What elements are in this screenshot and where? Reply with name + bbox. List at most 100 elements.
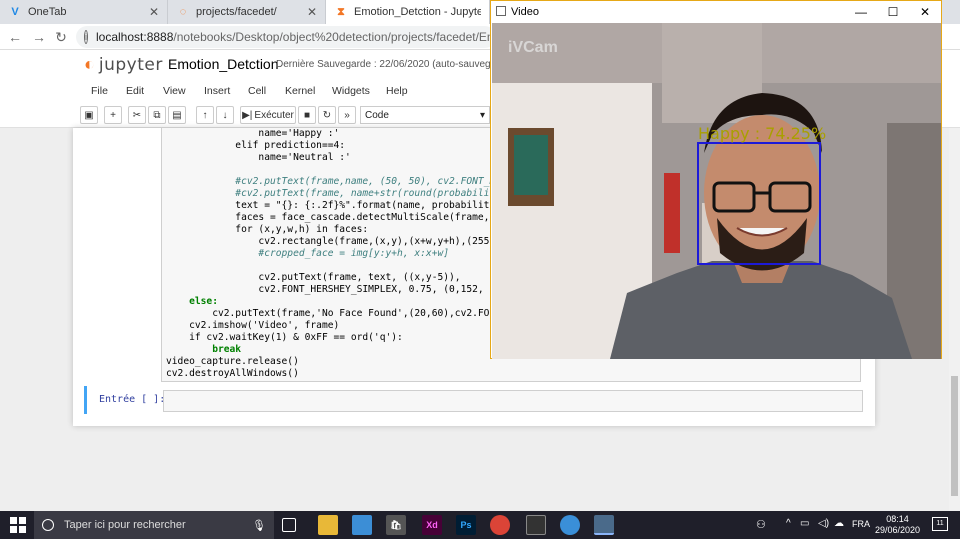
tab-projects[interactable]: ◌ projects/facedet/ ✕ xyxy=(168,0,326,24)
network-icon[interactable]: ▭ xyxy=(800,518,809,529)
menu-insert[interactable]: Insert xyxy=(204,85,230,97)
url-path: /notebooks/Desktop/object%20detection/pr… xyxy=(173,30,496,44)
people-icon[interactable]: ⚇ xyxy=(756,518,766,531)
window-app-icon xyxy=(496,6,506,16)
adobe-xd-icon[interactable]: Xd xyxy=(422,515,442,535)
store-icon[interactable]: 🛍 xyxy=(386,515,406,535)
volume-icon[interactable]: ◁) xyxy=(818,518,829,529)
menu-file[interactable]: File xyxy=(91,85,108,97)
move-down-icon[interactable]: ↓ xyxy=(216,106,234,124)
code-line: break xyxy=(166,344,242,355)
clock-time: 08:14 xyxy=(886,514,909,524)
photoshop-icon[interactable]: Ps xyxy=(456,515,476,535)
taskbar-search-box[interactable]: Taper ici pour rechercher 🎙 xyxy=(34,511,274,539)
menu-kernel[interactable]: Kernel xyxy=(285,85,315,97)
onedrive-icon[interactable]: ☁ xyxy=(834,518,844,529)
cell-type-select[interactable]: Code ▾ xyxy=(360,106,490,124)
video-window-title: Video xyxy=(511,6,539,18)
video-window-taskbar-icon[interactable] xyxy=(594,515,614,535)
input-prompt-label: Entrée [ ]: xyxy=(99,394,166,405)
minimize-icon[interactable]: — xyxy=(847,3,875,21)
cell-type-value: Code xyxy=(365,109,389,121)
code-line: for (x,y,w,h) in faces: xyxy=(166,224,369,235)
emotion-prediction-label: Happy : 74.25% xyxy=(698,124,827,143)
move-up-icon[interactable]: ↑ xyxy=(196,106,214,124)
save-icon[interactable]: ▣ xyxy=(80,106,98,124)
copy-icon[interactable]: ⧉ xyxy=(148,106,166,124)
url-input[interactable]: i localhost:8888/notebooks/Desktop/objec… xyxy=(76,26,496,48)
jupyter-logo[interactable]: ◐ jupyter xyxy=(84,54,163,75)
close-tab-icon[interactable]: ✕ xyxy=(149,5,159,19)
file-explorer-icon[interactable] xyxy=(318,515,338,535)
webcam-image xyxy=(492,23,941,359)
menu-cell[interactable]: Cell xyxy=(248,85,266,97)
cell-input[interactable] xyxy=(163,390,863,412)
restart-icon[interactable]: ↻ xyxy=(318,106,336,124)
photos-icon[interactable] xyxy=(352,515,372,535)
video-titlebar[interactable]: Video — ☐ ✕ xyxy=(491,1,941,23)
code-line: cv2.FONT_HERSHEY_SIMPLEX, 0.75, (0,152, … xyxy=(166,284,519,295)
windows-start-icon[interactable] xyxy=(10,517,26,533)
code-line: cv2.imshow('Video', frame) xyxy=(166,320,340,331)
maximize-icon[interactable]: ☐ xyxy=(879,3,907,21)
tab-title: Emotion_Detction - Jupyter No xyxy=(354,6,481,18)
scroll-thumb[interactable] xyxy=(951,376,958,496)
ivcam-app-icon[interactable] xyxy=(560,515,580,535)
cut-icon[interactable]: ✂ xyxy=(128,106,146,124)
stop-icon[interactable]: ■ xyxy=(298,106,316,124)
search-placeholder: Taper ici pour rechercher xyxy=(64,519,186,531)
page-scrollbar[interactable] xyxy=(949,128,960,511)
terminal-icon[interactable] xyxy=(526,515,546,535)
empty-input-cell[interactable]: Entrée [ ]: xyxy=(84,386,863,414)
ivcam-watermark: iVCam xyxy=(508,39,558,56)
notebook-name[interactable]: Emotion_Detction xyxy=(168,56,279,72)
chevron-down-icon: ▾ xyxy=(479,109,485,121)
back-icon[interactable]: ← xyxy=(6,28,24,46)
microphone-icon[interactable]: 🎙 xyxy=(252,519,266,532)
code-line: video_capture.release() xyxy=(166,356,299,367)
forward-icon[interactable]: → xyxy=(30,28,48,46)
windows-taskbar: Taper ici pour rechercher 🎙 🛍 Xd Ps ⚇ ^ … xyxy=(0,511,960,539)
code-line: cv2.destroyAllWindows() xyxy=(166,368,299,379)
close-icon[interactable]: ✕ xyxy=(911,3,939,21)
jupyter-hourglass-icon: ⧗ xyxy=(337,5,345,18)
task-view-icon[interactable] xyxy=(282,518,296,532)
fast-forward-icon[interactable]: » xyxy=(338,106,356,124)
jupyter-logo-text: jupyter xyxy=(98,54,163,75)
tab-emotion-detection[interactable]: ⧗ Emotion_Detction - Jupyter No xyxy=(326,0,490,24)
code-line: if cv2.waitKey(1) & 0xFF == ord('q'): xyxy=(166,332,403,343)
reload-icon[interactable]: ↻ xyxy=(52,28,70,46)
save-status: Dernière Sauvegarde : 22/06/2020 (auto-s… xyxy=(276,59,506,70)
code-line: name='Happy :' xyxy=(166,128,340,139)
code-line: #cropped_face = img[y:y+h, x:x+w] xyxy=(166,248,450,259)
tab-title: OneTab xyxy=(28,6,67,18)
tab-onetab[interactable]: V OneTab ✕ xyxy=(0,0,168,24)
input-language[interactable]: FRA xyxy=(852,519,870,529)
code-line: cv2.rectangle(frame,(x,y),(x+w,y+h),(255… xyxy=(166,236,513,247)
menu-edit[interactable]: Edit xyxy=(126,85,144,97)
code-line: #cv2.putText(frame, name+str(round(proba… xyxy=(166,188,525,199)
menu-view[interactable]: View xyxy=(163,85,186,97)
site-info-icon[interactable]: i xyxy=(84,30,88,44)
jupyter-logo-icon: ◐ xyxy=(84,54,95,74)
code-line: name='Neutral :' xyxy=(166,152,351,163)
tray-chevron-icon[interactable]: ^ xyxy=(786,518,791,529)
code-line: faces = face_cascade.detectMultiScale(fr… xyxy=(166,212,519,223)
code-line: text = "{}: {:.2f}%".format(name, probab… xyxy=(166,200,519,211)
video-frame: iVCam Happy : 74.25% xyxy=(492,23,941,359)
paste-icon[interactable]: ▤ xyxy=(168,106,186,124)
menu-help[interactable]: Help xyxy=(386,85,408,97)
code-line: cv2.putText(frame,'No Face Found',(20,60… xyxy=(166,308,519,319)
menu-widgets[interactable]: Widgets xyxy=(332,85,370,97)
code-line: #cv2.putText(frame,name, (50, 50), cv2.F… xyxy=(166,176,530,187)
clock[interactable]: 08:14 29/06/2020 xyxy=(875,514,920,536)
run-button[interactable]: ▶| Exécuter xyxy=(240,106,296,124)
close-tab-icon[interactable]: ✕ xyxy=(307,5,317,19)
notification-count: 11 xyxy=(936,520,944,527)
add-cell-icon[interactable]: + xyxy=(104,106,122,124)
chrome-icon[interactable] xyxy=(490,515,510,535)
code-line: elif prediction==4: xyxy=(166,140,346,151)
notification-center-icon[interactable]: 11 xyxy=(932,517,948,531)
url-host: localhost:8888 xyxy=(96,30,174,44)
video-window[interactable]: Video — ☐ ✕ iVCam Happy: 74.25% xyxy=(490,0,942,359)
